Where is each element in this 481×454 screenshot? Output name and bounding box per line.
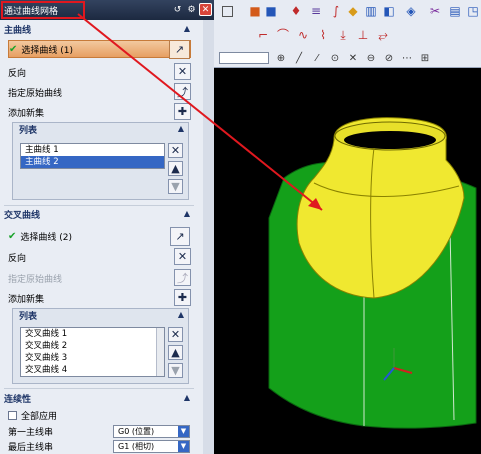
annotation-arrow	[77, 13, 323, 211]
arrow-line	[77, 13, 323, 211]
